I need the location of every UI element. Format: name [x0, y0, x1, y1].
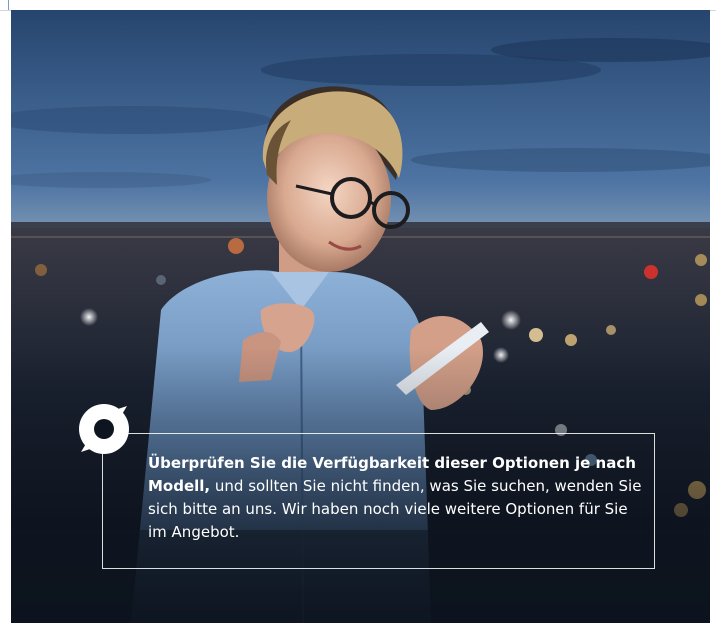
corner-mark [0, 0, 9, 10]
availability-note-box: Überprüfen Sie die Verfügbarkeit dieser … [102, 433, 655, 569]
page: Überprüfen Sie die Verfügbarkeit dieser … [0, 0, 716, 623]
ring-logo-icon [79, 404, 129, 454]
availability-note-body: und sollten Sie nicht finden, was Sie su… [148, 477, 642, 541]
availability-note-text: Überprüfen Sie die Verfügbarkeit dieser … [148, 452, 648, 544]
